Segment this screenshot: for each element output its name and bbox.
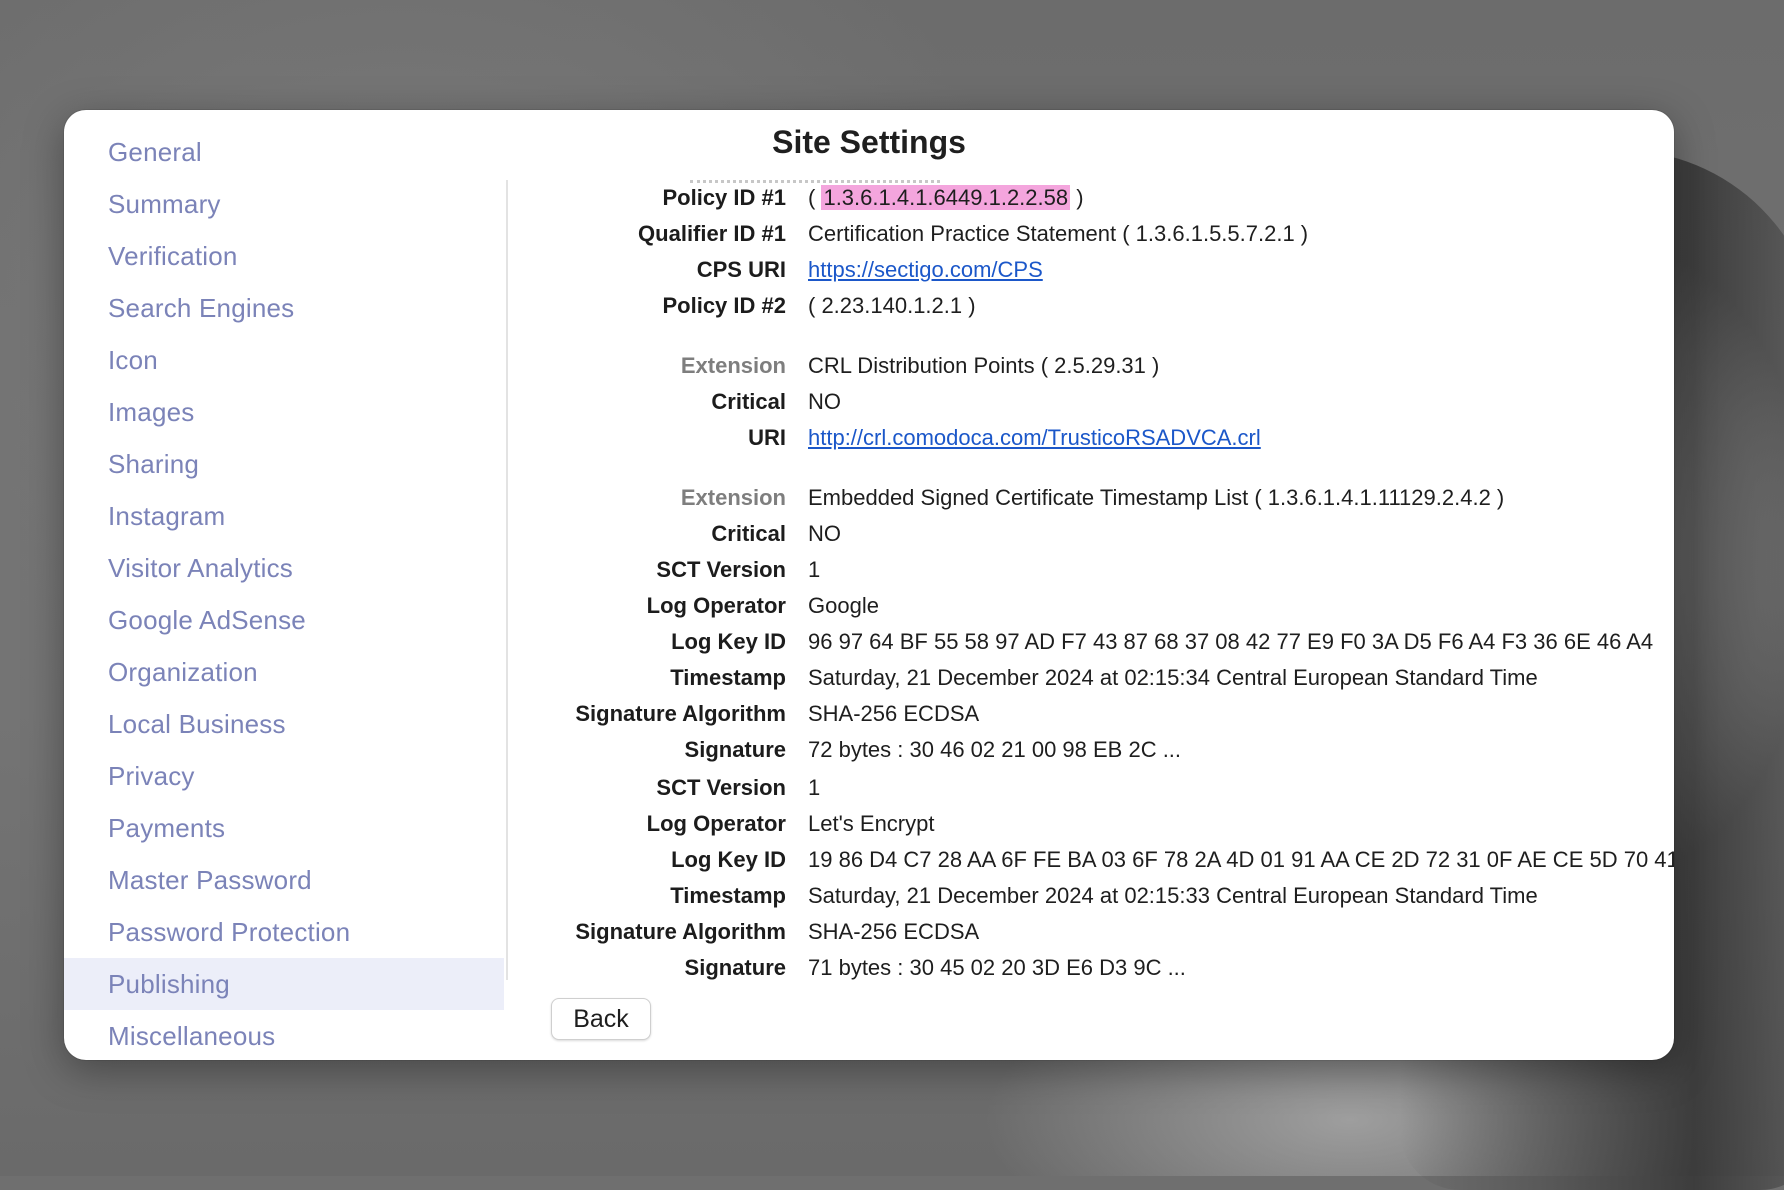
- cert-label: CPS URI: [696, 257, 786, 282]
- cert-value: 1: [808, 775, 821, 800]
- cert-label: Critical: [711, 521, 786, 546]
- sct2-row-timestamp: Timestamp Saturday, 21 December 2024 at …: [510, 878, 1674, 914]
- back-button[interactable]: Back: [551, 998, 651, 1040]
- sidebar-item-miscellaneous[interactable]: Miscellaneous: [64, 1010, 504, 1060]
- cert-label: Log Operator: [646, 593, 786, 618]
- cert-label: Log Operator: [646, 811, 786, 836]
- cert-value: ( 1.3.6.1.4.1.6449.1.2.2.58 ): [808, 185, 1084, 211]
- sidebar-item-instagram[interactable]: Instagram: [64, 490, 504, 542]
- cert-value: Let's Encrypt: [808, 811, 935, 836]
- cps-uri-link[interactable]: https://sectigo.com/CPS: [808, 257, 1043, 282]
- sidebar-item-visitor-analytics[interactable]: Visitor Analytics: [64, 542, 504, 594]
- sidebar-item-google-adsense[interactable]: Google AdSense: [64, 594, 504, 646]
- cert-value: Certification Practice Statement ( 1.3.6…: [808, 221, 1309, 246]
- sidebar-divider: [506, 180, 508, 980]
- sct1-row-version: SCT Version 1: [510, 552, 1674, 588]
- cert-label: Extension: [680, 353, 786, 378]
- cert-row-crl-extension: Extension CRL Distribution Points ( 2.5.…: [510, 348, 1674, 384]
- sidebar-item-publishing[interactable]: Publishing: [64, 958, 504, 1010]
- cert-row-qualifier-id-1: Qualifier ID #1 Certification Practice S…: [510, 216, 1674, 252]
- site-settings-dialog: Site Settings General Summary Verificati…: [64, 110, 1674, 1060]
- sidebar-item-icon[interactable]: Icon: [64, 334, 504, 386]
- cert-value: Google: [808, 593, 879, 618]
- cert-value-suffix: ): [1070, 185, 1084, 210]
- cert-label: Timestamp: [670, 665, 786, 690]
- cert-value: SHA-256 ECDSA: [808, 919, 980, 944]
- cert-value: 72 bytes : 30 46 02 21 00 98 EB 2C ...: [808, 737, 1182, 762]
- highlighted-policy-id[interactable]: 1.3.6.1.4.1.6449.1.2.2.58: [821, 185, 1071, 210]
- cert-row-policy-id-1: Policy ID #1 ( 1.3.6.1.4.1.6449.1.2.2.58…: [510, 180, 1674, 216]
- crl-uri-link[interactable]: http://crl.comodoca.com/TrusticoRSADVCA.…: [808, 425, 1261, 450]
- cert-value: 1: [808, 557, 821, 582]
- cert-value: https://sectigo.com/CPS: [808, 257, 1043, 283]
- sct1-row-operator: Log Operator Google: [510, 588, 1674, 624]
- cert-label: Policy ID #2: [662, 293, 786, 318]
- cert-label: Extension: [680, 485, 786, 510]
- cert-row-cps-uri: CPS URI https://sectigo.com/CPS: [510, 252, 1674, 288]
- sct1-row-signature: Signature 72 bytes : 30 46 02 21 00 98 E…: [510, 732, 1674, 768]
- sct2-row-key-id: Log Key ID 19 86 D4 C7 28 AA 6F FE BA 03…: [510, 842, 1674, 878]
- certificate-details-panel: Policy ID #1 ( 1.3.6.1.4.1.6449.1.2.2.58…: [510, 170, 1674, 990]
- cert-label: Signature Algorithm: [575, 919, 786, 944]
- cert-value: Saturday, 21 December 2024 at 02:15:33 C…: [808, 883, 1538, 908]
- cert-row-sct-critical: Critical NO: [510, 516, 1674, 552]
- sidebar-item-search-engines[interactable]: Search Engines: [64, 282, 504, 334]
- sidebar-item-general[interactable]: General: [64, 126, 504, 178]
- cert-label: Log Key ID: [671, 629, 786, 654]
- cert-label: Signature Algorithm: [575, 701, 786, 726]
- sct1-row-algorithm: Signature Algorithm SHA-256 ECDSA: [510, 696, 1674, 732]
- cert-value: NO: [808, 389, 841, 414]
- sidebar-item-password-protection[interactable]: Password Protection: [64, 906, 504, 958]
- sidebar-item-payments[interactable]: Payments: [64, 802, 504, 854]
- sidebar-item-master-password[interactable]: Master Password: [64, 854, 504, 906]
- cert-row-crl-uri: URI http://crl.comodoca.com/TrusticoRSAD…: [510, 420, 1674, 456]
- cert-row-crl-critical: Critical NO: [510, 384, 1674, 420]
- sct2-row-algorithm: Signature Algorithm SHA-256 ECDSA: [510, 914, 1674, 950]
- sct1-row-timestamp: Timestamp Saturday, 21 December 2024 at …: [510, 660, 1674, 696]
- cert-label: SCT Version: [656, 557, 786, 582]
- cert-value: Saturday, 21 December 2024 at 02:15:34 C…: [808, 665, 1538, 690]
- cert-value: http://crl.comodoca.com/TrusticoRSADVCA.…: [808, 425, 1261, 451]
- sct2-row-operator: Log Operator Let's Encrypt: [510, 806, 1674, 842]
- sct1-row-key-id: Log Key ID 96 97 64 BF 55 58 97 AD F7 43…: [510, 624, 1674, 660]
- sidebar-item-verification[interactable]: Verification: [64, 230, 504, 282]
- sct2-row-version: SCT Version 1: [510, 770, 1674, 806]
- cert-label: SCT Version: [656, 775, 786, 800]
- cert-value: NO: [808, 521, 841, 546]
- sidebar-item-sharing[interactable]: Sharing: [64, 438, 504, 490]
- settings-sidebar: General Summary Verification Search Engi…: [64, 110, 504, 1060]
- sidebar-item-privacy[interactable]: Privacy: [64, 750, 504, 802]
- cert-label: Timestamp: [670, 883, 786, 908]
- cert-value: Embedded Signed Certificate Timestamp Li…: [808, 485, 1505, 510]
- cert-label: URI: [748, 425, 786, 450]
- cert-label: Policy ID #1: [662, 185, 786, 210]
- cert-label: Log Key ID: [671, 847, 786, 872]
- cert-row-sct-extension: Extension Embedded Signed Certificate Ti…: [510, 480, 1674, 516]
- cert-value: ( 2.23.140.1.2.1 ): [808, 293, 976, 318]
- cert-value-prefix: (: [808, 185, 822, 210]
- cert-label: Signature: [684, 955, 786, 980]
- sct2-row-signature: Signature 71 bytes : 30 45 02 20 3D E6 D…: [510, 950, 1674, 986]
- cert-label: Critical: [711, 389, 786, 414]
- sidebar-item-organization[interactable]: Organization: [64, 646, 504, 698]
- sidebar-item-images[interactable]: Images: [64, 386, 504, 438]
- cert-row-policy-id-2: Policy ID #2 ( 2.23.140.1.2.1 ): [510, 288, 1674, 324]
- cert-value: 96 97 64 BF 55 58 97 AD F7 43 87 68 37 0…: [808, 629, 1654, 654]
- cert-label: Qualifier ID #1: [638, 221, 786, 246]
- cert-value: SHA-256 ECDSA: [808, 701, 980, 726]
- sidebar-item-summary[interactable]: Summary: [64, 178, 504, 230]
- cert-value: CRL Distribution Points ( 2.5.29.31 ): [808, 353, 1160, 378]
- cert-value: 19 86 D4 C7 28 AA 6F FE BA 03 6F 78 2A 4…: [808, 847, 1674, 872]
- sidebar-item-local-business[interactable]: Local Business: [64, 698, 504, 750]
- cert-label: Signature: [684, 737, 786, 762]
- cert-value: 71 bytes : 30 45 02 20 3D E6 D3 9C ...: [808, 955, 1186, 980]
